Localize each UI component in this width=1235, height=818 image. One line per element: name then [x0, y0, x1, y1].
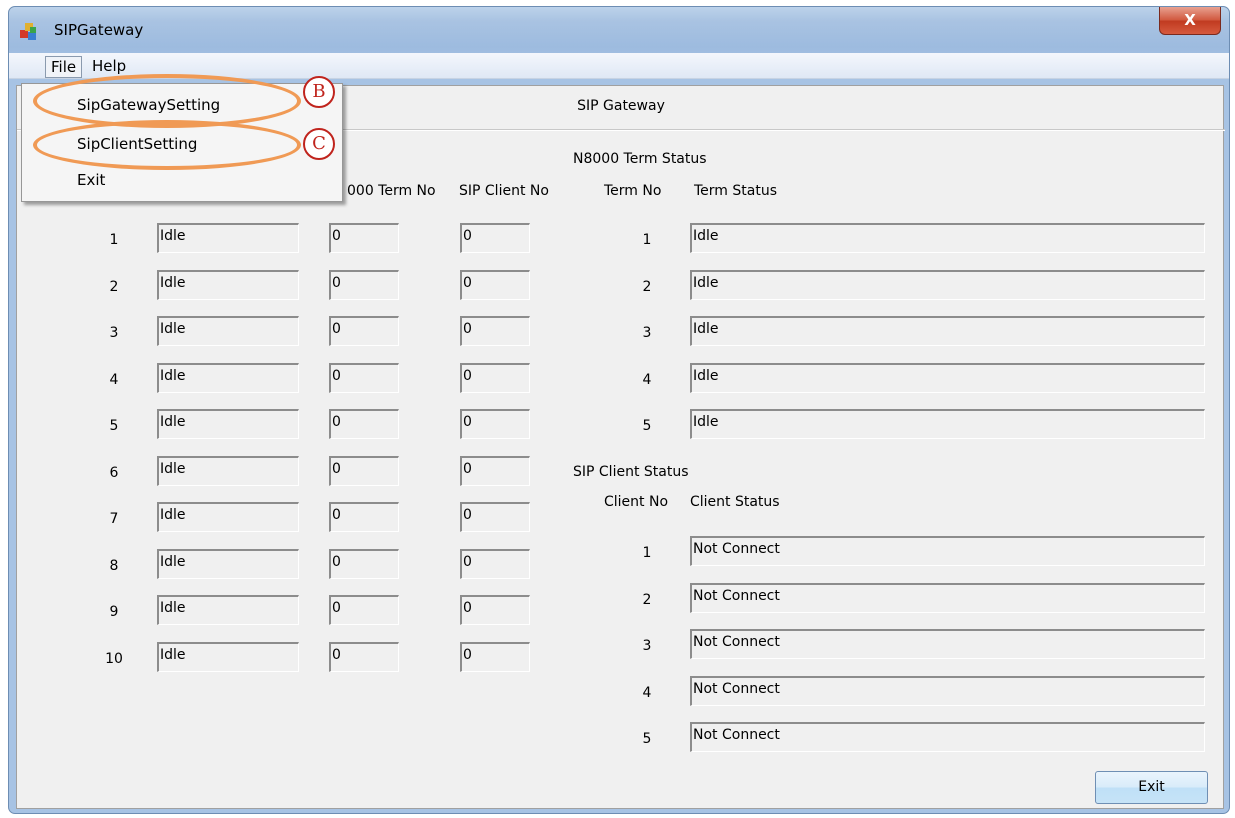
menu-file[interactable]: File — [45, 56, 83, 78]
row-number: 5 — [109, 418, 119, 434]
client-status-field: Not Connect — [690, 629, 1205, 659]
row-number: 6 — [109, 464, 119, 481]
row-status-field: Idle — [157, 409, 299, 439]
row-status-field: Idle — [157, 362, 299, 393]
row-client-no-field: 0 — [460, 548, 530, 579]
row-number: 7 — [109, 511, 119, 527]
client-row-number: 3 — [642, 638, 652, 654]
row-status-field: Idle — [157, 455, 299, 486]
term-row-number: 5 — [642, 418, 652, 434]
row-status-field: Idle — [157, 269, 299, 300]
client-row-number: 5 — [642, 731, 652, 747]
close-button[interactable]: X — [1159, 7, 1221, 35]
highlight-ring-c — [33, 120, 301, 170]
term-status-field: Idle — [690, 409, 1205, 439]
row-term-no-field: 0 — [329, 641, 399, 672]
window-title: SIPGateway — [54, 21, 144, 39]
row-client-no-field: 0 — [460, 409, 530, 439]
row-number: 9 — [109, 604, 119, 620]
row-number: 4 — [109, 371, 119, 388]
term-row-number: 4 — [642, 371, 652, 388]
row-client-no-field: 0 — [460, 269, 530, 300]
row-client-no-field: 0 — [460, 223, 530, 253]
row-term-no-field: 0 — [329, 409, 399, 439]
client-status-field: Not Connect — [690, 536, 1205, 566]
row-number: 2 — [109, 278, 119, 295]
row-client-no-field: 0 — [460, 316, 530, 346]
row-status-field: Idle — [157, 641, 299, 672]
header-client-status: Client Status — [690, 494, 780, 510]
row-client-no-field: 0 — [460, 502, 530, 532]
term-status-title: N8000 Term Status — [573, 151, 707, 167]
header-term-status: Term Status — [694, 183, 777, 199]
row-term-no-field: 0 — [329, 269, 399, 300]
header-sip-client-no: SIP Client No — [459, 183, 549, 199]
header-term-no-right: Term No — [604, 183, 662, 199]
row-status-field: Idle — [157, 595, 299, 625]
row-term-no-field: 0 — [329, 316, 399, 346]
header-client-no: Client No — [604, 494, 669, 510]
term-status-field: Idle — [690, 269, 1205, 300]
term-row-number: 2 — [642, 278, 652, 295]
title-bar: SIPGateway X — [9, 7, 1229, 51]
row-term-no-field: 0 — [329, 223, 399, 253]
close-icon: X — [1184, 11, 1196, 29]
app-icon — [20, 23, 36, 40]
row-status-field: Idle — [157, 502, 299, 532]
client-status-field: Not Connect — [690, 675, 1205, 706]
row-status-field: Idle — [157, 316, 299, 346]
row-term-no-field: 0 — [329, 502, 399, 532]
client-status-title: SIP Client Status — [573, 464, 689, 480]
term-status-field: Idle — [690, 316, 1205, 346]
client-row-number: 1 — [642, 545, 652, 561]
term-row-number: 1 — [642, 232, 652, 248]
row-client-no-field: 0 — [460, 595, 530, 625]
client-row-number: 4 — [642, 684, 652, 701]
term-row-number: 3 — [642, 325, 652, 341]
row-term-no-field: 0 — [329, 455, 399, 486]
header-term-no: 000 Term No — [347, 183, 436, 199]
exit-button[interactable]: Exit — [1095, 771, 1208, 804]
badge-c: C — [303, 128, 335, 160]
client-row-number: 2 — [642, 591, 652, 608]
row-term-no-field: 0 — [329, 362, 399, 393]
row-client-no-field: 0 — [460, 455, 530, 486]
client-status-field: Not Connect — [690, 582, 1205, 613]
row-status-field: Idle — [157, 548, 299, 579]
term-status-field: Idle — [690, 362, 1205, 393]
row-client-no-field: 0 — [460, 641, 530, 672]
row-client-no-field: 0 — [460, 362, 530, 393]
row-number: 8 — [109, 557, 119, 574]
client-status-field: Not Connect — [690, 722, 1205, 752]
row-status-field: Idle — [157, 223, 299, 253]
row-number: 3 — [109, 325, 119, 341]
row-term-no-field: 0 — [329, 548, 399, 579]
row-term-no-field: 0 — [329, 595, 399, 625]
badge-b: B — [303, 76, 335, 108]
row-number: 1 — [109, 232, 119, 248]
term-status-field: Idle — [690, 223, 1205, 253]
row-number: 10 — [105, 650, 123, 667]
menu-item-exit[interactable]: Exit — [77, 171, 105, 189]
